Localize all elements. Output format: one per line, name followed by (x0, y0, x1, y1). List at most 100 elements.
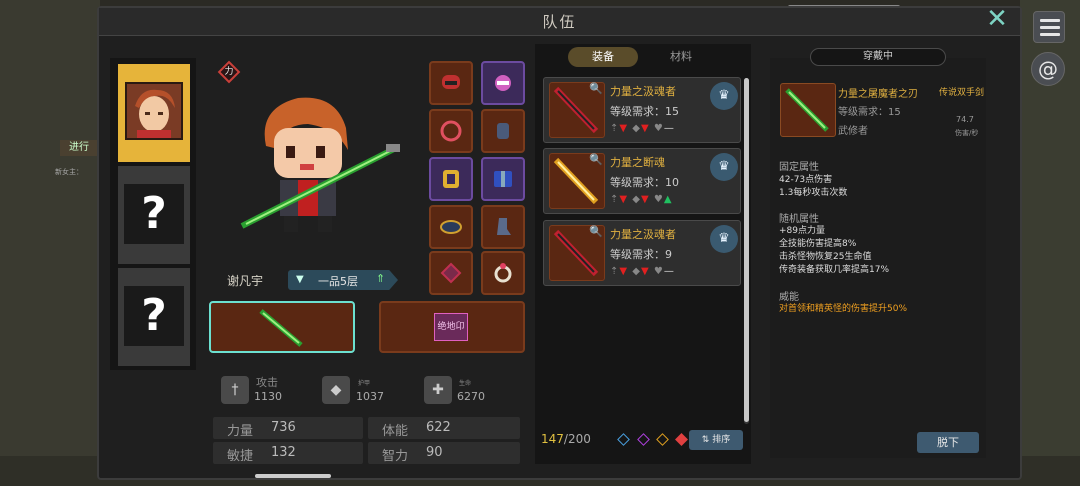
rank-text: 一品5层 (318, 275, 358, 288)
hero-portrait (125, 82, 183, 140)
seal-stamp: 绝地卬 (434, 313, 468, 341)
random-attr-line: +89点力量 (779, 226, 825, 236)
swirl-icon: @ (1038, 57, 1058, 81)
hero-slot-empty-2[interactable]: ? (118, 268, 190, 366)
tab-equipment[interactable]: 装备 (568, 47, 638, 67)
compare-indicators: ⇡▼ ◆▼ ♥— (610, 123, 675, 134)
equipped-thumb (780, 83, 836, 137)
wearing-header: 穿戴中 (810, 48, 946, 66)
compare-indicators: ⇡▼ ◆▼ ♥▲ (610, 194, 673, 205)
fixed-attr-line: 1.3每秒攻击次数 (779, 188, 848, 198)
amulet-icon (440, 262, 462, 284)
sword-icon: † (221, 376, 249, 404)
item-requirement: 等级需求：9 (610, 248, 672, 261)
item-name: 力量之汲魂者 (610, 228, 676, 241)
armor-slot[interactable] (429, 157, 473, 201)
health-value: 6270 (457, 390, 485, 403)
boots-slot[interactable] (481, 205, 525, 249)
talisman-slot[interactable] (481, 61, 525, 105)
gloves-icon (497, 123, 509, 139)
attack-label: 攻击 (256, 376, 278, 389)
necklace-slot[interactable] (429, 109, 473, 153)
bottom-scroll-handle[interactable] (255, 474, 331, 478)
power-line: 对首领和精英怪的伤害提升50% (779, 304, 908, 314)
item-requirement: 等级需求：10 (610, 176, 679, 189)
hero-slot-1[interactable] (118, 64, 190, 162)
bracer-icon (494, 171, 512, 187)
question-mark-icon: ? (124, 184, 184, 244)
attr-stamina: 体能 622 (368, 417, 520, 439)
helmet-slot[interactable] (429, 61, 473, 105)
sort-button[interactable]: ⇅ 排序 (689, 430, 743, 450)
item-name: 力量之汲魂者 (610, 85, 676, 98)
menu-icon (1040, 19, 1060, 22)
close-button[interactable]: ✕ (985, 6, 1009, 32)
equipped-name: 力量之屠魔者之刃 (838, 89, 918, 100)
equipped-type: 传说双手剑 (939, 88, 985, 98)
compare-indicators: ⇡▼ ◆▼ ♥— (610, 266, 675, 277)
unequip-button[interactable]: 脱下 (917, 432, 979, 453)
magnifier-icon[interactable]: 🔍 (589, 82, 603, 95)
tab-materials[interactable]: 材料 (646, 47, 716, 67)
sort-icon: ⇅ (701, 435, 713, 445)
character-name: 谢凡宇 (227, 274, 264, 288)
inventory-scrollbar[interactable] (744, 78, 749, 424)
necklace-icon (440, 120, 462, 142)
bracer-slot[interactable] (481, 157, 525, 201)
close-icon: ✕ (986, 4, 1008, 34)
armor-badge-icon: ♛ (710, 153, 738, 181)
helmet-icon (442, 75, 460, 89)
belt-slot[interactable] (429, 205, 473, 249)
attr-strength: 力量 736 (213, 417, 363, 439)
weapon-slot[interactable] (209, 301, 355, 353)
equipped-dps-label: 伤害/秒 (955, 129, 979, 137)
quest-text: 新女主： (55, 168, 83, 176)
menu-button[interactable] (1033, 11, 1065, 43)
attr-intellect: 智力 90 (368, 442, 520, 464)
quest-tab[interactable]: 进行 (60, 140, 98, 156)
attr-agility: 敏捷 132 (213, 442, 363, 464)
random-attr-line: 击杀怪物恢复25生命值 (779, 252, 872, 262)
shield-icon: ◆ (322, 376, 350, 404)
swirl-button[interactable]: @ (1031, 52, 1065, 86)
fixed-attr-line: 42-73点伤害 (779, 175, 833, 185)
chevron-up-icon: ⇑ (376, 272, 386, 285)
title-bar: 队伍 (99, 8, 1020, 36)
equipped-class: 武修者 (838, 126, 868, 137)
ring-slot[interactable] (481, 251, 525, 295)
armor-badge-icon: ♛ (710, 82, 738, 110)
page-title: 队伍 (542, 13, 577, 31)
ring-icon (494, 263, 512, 283)
inventory-item[interactable]: 🔍 力量之汲魂者 等级需求：15 ⇡▼ ◆▼ ♥— ♛ (543, 77, 741, 143)
armor-label: 护甲 (358, 380, 371, 387)
health-label: 生命 (459, 380, 472, 387)
fixed-attr-title: 固定属性 (779, 162, 819, 173)
boots-icon (497, 218, 511, 235)
rank-bar[interactable]: ▼ 一品5层 ⇑ (288, 270, 398, 290)
gloves-slot[interactable] (481, 109, 525, 153)
armor-icon (443, 170, 459, 188)
armor-badge-icon: ♛ (710, 225, 738, 253)
random-attr-line: 全技能伤害提高8% (779, 239, 857, 249)
green-sword-icon (259, 309, 303, 347)
belt-icon (440, 220, 462, 234)
equipped-dps: 74.7 (956, 115, 974, 124)
item-name: 力量之断魂 (610, 156, 665, 169)
equipped-requirement: 等级需求：15 (838, 107, 901, 118)
magnifier-icon[interactable]: 🔍 (589, 153, 603, 166)
inventory-item[interactable]: 🔍 力量之断魂 等级需求：10 ⇡▼ ◆▼ ♥▲ ♛ (543, 148, 741, 214)
seal-slot[interactable]: 绝地卬 (379, 301, 525, 353)
hero-slot-empty-1[interactable]: ? (118, 166, 190, 264)
background-left (0, 0, 100, 486)
rank-icon: ▼ (296, 274, 304, 285)
character-sprite-icon (240, 97, 400, 232)
amulet-slot[interactable] (429, 251, 473, 295)
hero-list: ? ? (110, 58, 196, 370)
magnifier-icon[interactable]: 🔍 (589, 225, 603, 238)
heart-icon: ✚ (424, 376, 452, 404)
talisman-icon (495, 75, 511, 91)
inventory-item[interactable]: 🔍 力量之汲魂者 等级需求：9 ⇡▼ ◆▼ ♥— ♛ (543, 220, 741, 286)
armor-value: 1037 (356, 390, 384, 403)
green-sword-icon (785, 88, 829, 132)
question-mark-icon: ? (124, 286, 184, 346)
